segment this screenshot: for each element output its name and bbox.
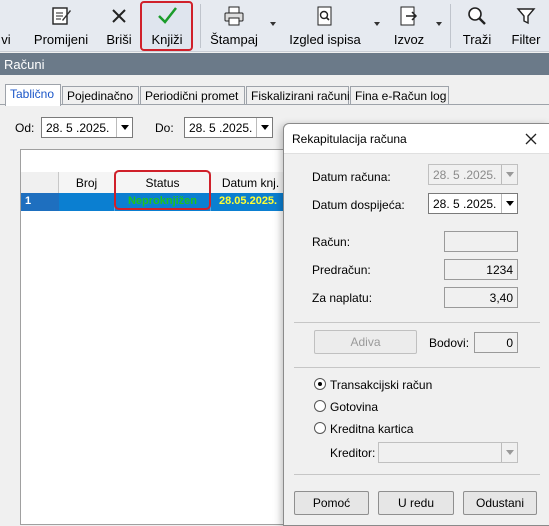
checkmark-icon — [152, 2, 182, 30]
print-preview-dropdown-caret[interactable] — [374, 22, 380, 26]
chevron-down-icon[interactable] — [116, 118, 132, 137]
print-preview-icon — [310, 2, 340, 30]
help-button-label: Pomoć — [312, 496, 351, 510]
racun-label: Račun: — [312, 235, 351, 249]
edit-button-label: Promijeni — [33, 32, 89, 47]
print-dropdown-caret[interactable] — [270, 22, 276, 26]
payment-option-label[interactable]: Gotovina — [330, 400, 378, 414]
kreditor-select — [378, 442, 518, 463]
toolbar: vi Promijeni Briši Knjiži Štampaj Izgled… — [0, 0, 549, 52]
payment-radio-transakcijski[interactable] — [314, 378, 326, 390]
printer-icon — [219, 2, 249, 30]
export-icon — [394, 2, 424, 30]
tab-tablicno[interactable]: Tablično — [5, 84, 61, 106]
delete-button-label: Briši — [106, 32, 132, 47]
delete-button[interactable]: Briši — [101, 0, 137, 52]
tab-fiskalizirani-racuni[interactable]: Fiskalizirani računi — [246, 86, 350, 105]
tab-periodicni-promet[interactable]: Periodični promet — [140, 86, 245, 105]
date-to-label: Do: — [155, 121, 174, 135]
payment-radio-kreditna-kartica[interactable] — [314, 422, 326, 434]
post-button-label: Knjiži — [151, 32, 183, 47]
bodovi-field: 0 — [474, 332, 518, 353]
search-icon — [462, 2, 492, 30]
ok-button[interactable]: U redu — [378, 491, 454, 515]
racun-field — [444, 231, 518, 252]
ok-button-label: U redu — [397, 496, 435, 510]
adiva-button[interactable]: Adiva — [314, 330, 417, 354]
divider — [294, 367, 540, 368]
date-from-value: 28. 5 .2025. — [46, 121, 110, 135]
datum-racuna-value: 28. 5 .2025. — [433, 168, 497, 182]
date-to-picker[interactable]: 28. 5 .2025. — [184, 117, 273, 138]
print-preview-button-label: Izgled ispisa — [289, 32, 361, 47]
date-to-value: 28. 5 .2025. — [189, 121, 253, 135]
help-button[interactable]: Pomoć — [294, 491, 369, 515]
status-highlight — [114, 170, 211, 210]
export-button[interactable]: Izvoz — [388, 0, 430, 52]
tab-fina-e-racun-log[interactable]: Fina e-Račun log — [350, 86, 449, 105]
date-from-label: Od: — [15, 121, 35, 135]
datum-racuna-picker: 28. 5 .2025. — [428, 164, 518, 185]
cancel-button[interactable]: Odustani — [463, 491, 537, 515]
divider — [294, 322, 540, 323]
cell-broj[interactable] — [59, 193, 115, 211]
delete-icon — [104, 2, 134, 30]
payment-option-label[interactable]: Transakcijski račun — [330, 378, 432, 392]
chevron-down-icon[interactable] — [256, 118, 272, 137]
chevron-down-icon — [501, 165, 517, 184]
cell-datum[interactable]: 28.05.2025. — [211, 193, 291, 211]
kreditor-label: Kreditor: — [330, 446, 376, 460]
filter-button[interactable]: Filter — [506, 0, 546, 52]
za-naplatu-field: 3,40 — [444, 287, 518, 308]
window-title: Računi — [0, 53, 549, 75]
toolbar-separator — [450, 4, 451, 48]
chevron-down-icon — [501, 443, 517, 462]
print-button[interactable]: Štampaj — [205, 0, 263, 52]
datum-racuna-label: Datum računa: — [312, 170, 391, 184]
filter-icon — [511, 2, 541, 30]
edit-button[interactable]: Promijeni — [24, 0, 98, 52]
datum-dospijeca-value: 28. 5 .2025. — [433, 197, 497, 211]
dialog-title: Rekapitulacija računa — [292, 132, 407, 146]
row-index: 1 — [21, 193, 59, 211]
payment-option-label[interactable]: Kreditna kartica — [330, 422, 413, 436]
toolbar-cut-label: vi — [1, 32, 11, 47]
payment-radio-gotovina[interactable] — [314, 400, 326, 412]
chevron-down-icon[interactable] — [501, 194, 517, 213]
export-dropdown-caret[interactable] — [436, 22, 442, 26]
close-icon[interactable] — [522, 130, 540, 148]
filter-button-label: Filter — [511, 32, 541, 47]
print-preview-button[interactable]: Izgled ispisa — [284, 0, 366, 52]
column-header-datum[interactable]: Datum knj. — [211, 172, 291, 194]
search-button-label: Traži — [462, 32, 492, 47]
print-button-label: Štampaj — [210, 32, 258, 47]
row-header-corner — [21, 172, 59, 194]
post-button[interactable]: Knjiži — [142, 0, 192, 52]
tab-pojedinacno[interactable]: Pojedinačno — [62, 86, 139, 105]
dialog-titlebar: Rekapitulacija računa — [284, 124, 549, 154]
predracun-field: 1234 — [444, 259, 518, 280]
datum-dospijeca-picker[interactable]: 28. 5 .2025. — [428, 193, 518, 214]
cancel-button-label: Odustani — [475, 496, 525, 510]
edit-icon — [46, 2, 76, 30]
bodovi-label: Bodovi: — [429, 336, 470, 350]
toolbar-cut-button[interactable]: vi — [0, 0, 12, 52]
column-header-broj[interactable]: Broj — [59, 172, 115, 194]
search-button[interactable]: Traži — [456, 0, 498, 52]
divider — [294, 474, 540, 475]
recap-dialog: Rekapitulacija računa Datum računa: 28. … — [283, 123, 549, 526]
export-button-label: Izvoz — [393, 32, 425, 47]
datum-dospijeca-label: Datum dospijeća: — [312, 198, 405, 212]
za-naplatu-label: Za naplatu: — [312, 291, 373, 305]
tab-strip: Tablično Pojedinačno Periodični promet F… — [0, 84, 549, 106]
predracun-label: Predračun: — [312, 263, 371, 277]
toolbar-separator — [200, 4, 201, 48]
date-from-picker[interactable]: 28. 5 .2025. — [41, 117, 133, 138]
